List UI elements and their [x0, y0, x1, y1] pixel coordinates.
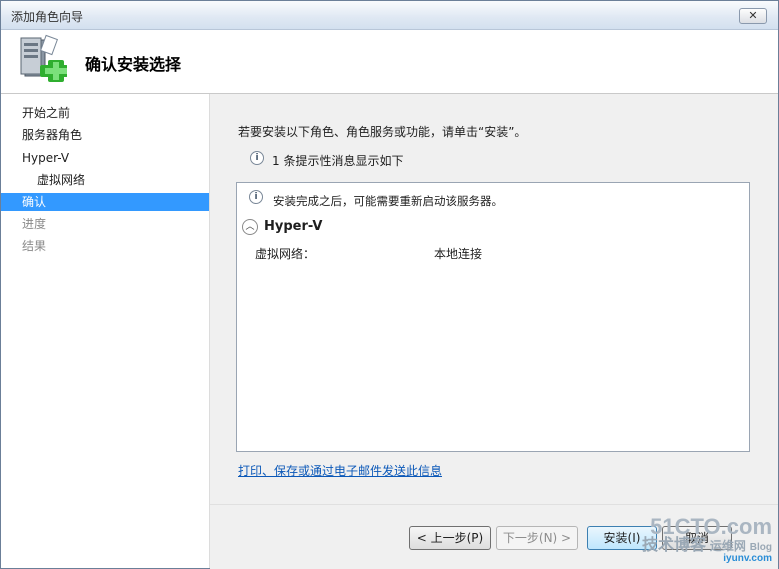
nav-item-label: 确认	[22, 195, 47, 209]
nav-item-virtual-networks[interactable]: 虚拟网络	[1, 171, 209, 189]
nav-item-label: 开始之前	[22, 106, 71, 120]
watermark-line1: 51CTO.com	[650, 514, 772, 539]
nav-item-results: 结果	[1, 237, 209, 255]
watermark-line4: Blog	[749, 542, 772, 553]
window-title: 添加角色向导	[11, 10, 84, 24]
wizard-nav: 开始之前 服务器角色 Hyper-V 虚拟网络 确认 进度 结果	[1, 94, 210, 568]
nav-item-before-you-begin[interactable]: 开始之前	[1, 104, 209, 122]
nav-item-label: Hyper-V	[22, 151, 70, 165]
nav-item-hyper-v[interactable]: Hyper-V	[1, 149, 209, 167]
nav-item-label: 虚拟网络	[37, 173, 86, 187]
nav-item-label: 进度	[22, 217, 47, 231]
next-button: 下一步(N) >	[496, 526, 578, 550]
wizard-header: 确认安装选择	[1, 30, 778, 94]
previous-button[interactable]: < 上一步(P)	[409, 526, 491, 550]
nav-item-confirmation[interactable]: 确认	[1, 193, 209, 211]
server-add-icon	[20, 34, 67, 82]
intro-text: 若要安装以下角色、角色服务或功能，请单击“安装”。	[238, 125, 527, 139]
virtual-network-label: 虚拟网络：	[255, 247, 316, 261]
page-title: 确认安装选择	[85, 55, 182, 74]
info-icon: i	[249, 190, 263, 204]
nav-item-label: 服务器角色	[22, 128, 83, 142]
info-icon: i	[250, 151, 264, 165]
watermark-line3: 运维网	[709, 539, 746, 553]
wizard-window: 添加角色向导 ✕ 确认安装选择 开始之前 服务器角色 Hyper-V 虚拟网络 …	[0, 0, 779, 569]
nav-item-label: 结果	[22, 239, 47, 253]
virtual-network-value: 本地连接	[434, 247, 483, 261]
watermark-line2: 技术博客	[641, 537, 706, 554]
close-button[interactable]: ✕	[739, 8, 767, 24]
watermark-line2-row: 技术博客 运维网 Blog	[642, 538, 772, 554]
confirmation-panel: i 安装完成之后，可能需要重新启动该服务器。 ︿ Hyper-V 虚拟网络： 本…	[236, 182, 750, 452]
nav-item-server-roles[interactable]: 服务器角色	[1, 126, 209, 144]
wizard-content: 若要安装以下角色、角色服务或功能，请单击“安装”。 i 1 条提示性消息显示如下…	[210, 94, 778, 504]
notice-text: 1 条提示性消息显示如下	[272, 154, 404, 168]
nav-item-progress: 进度	[1, 215, 209, 233]
watermark: 51CTO.com 技术博客 运维网 Blog iyunv.com	[642, 516, 772, 564]
restart-notice-text: 安装完成之后，可能需要重新启动该服务器。	[273, 194, 503, 208]
section-title: Hyper-V	[264, 219, 323, 234]
collapse-chevron-up-icon[interactable]: ︿	[242, 219, 258, 235]
title-bar: 添加角色向导 ✕	[1, 1, 778, 30]
watermark-line5: iyunv.com	[723, 553, 772, 564]
print-save-email-link[interactable]: 打印、保存或通过电子邮件发送此信息	[238, 462, 442, 479]
